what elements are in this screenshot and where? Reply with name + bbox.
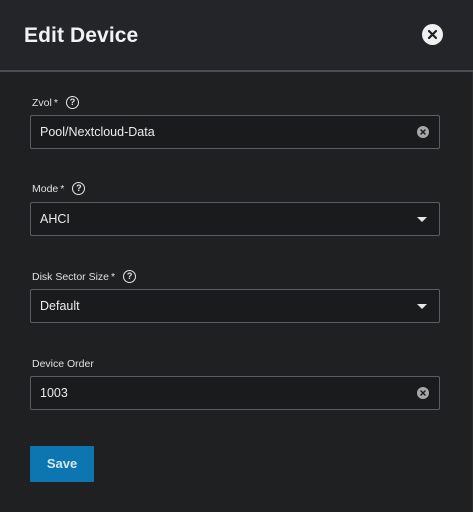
disk-sector-size-label: Disk Sector Size <box>32 270 110 283</box>
edit-device-dialog: Edit Device Zvol * ? Pool/Nextcloud-Data… <box>0 0 473 512</box>
device-order-input[interactable]: 1003 <box>30 376 440 410</box>
disk-sector-size-select[interactable]: Default <box>30 289 440 323</box>
chevron-down-icon <box>417 304 427 309</box>
required-mark: * <box>60 182 65 195</box>
device-order-label: Device Order <box>32 358 94 370</box>
disk-sector-size-label-row: Disk Sector Size * ? <box>32 270 137 283</box>
chevron-down-icon <box>417 217 427 222</box>
dialog-title: Edit Device <box>24 24 139 47</box>
zvol-value: Pool/Nextcloud-Data <box>40 125 155 139</box>
device-order-label-row: Device Order <box>32 358 94 370</box>
device-order-value: 1003 <box>40 386 68 400</box>
help-icon[interactable]: ? <box>65 96 79 109</box>
help-icon[interactable]: ? <box>72 182 86 195</box>
mode-label: Mode <box>32 182 59 195</box>
zvol-label-row: Zvol * ? <box>32 96 79 109</box>
mode-select[interactable]: AHCI <box>30 202 440 236</box>
disk-sector-size-value: Default <box>40 299 80 313</box>
dialog-header: Edit Device <box>0 0 473 72</box>
mode-value: AHCI <box>40 212 70 226</box>
save-button[interactable]: Save <box>30 446 94 482</box>
clear-icon[interactable] <box>417 126 429 138</box>
close-button[interactable] <box>422 24 443 45</box>
required-mark: * <box>53 96 58 109</box>
help-icon[interactable]: ? <box>123 270 137 283</box>
zvol-input[interactable]: Pool/Nextcloud-Data <box>30 115 440 149</box>
clear-icon[interactable] <box>417 387 429 399</box>
close-icon <box>427 29 438 40</box>
mode-label-row: Mode * ? <box>32 182 86 195</box>
zvol-label: Zvol <box>32 96 52 109</box>
required-mark: * <box>111 270 116 283</box>
